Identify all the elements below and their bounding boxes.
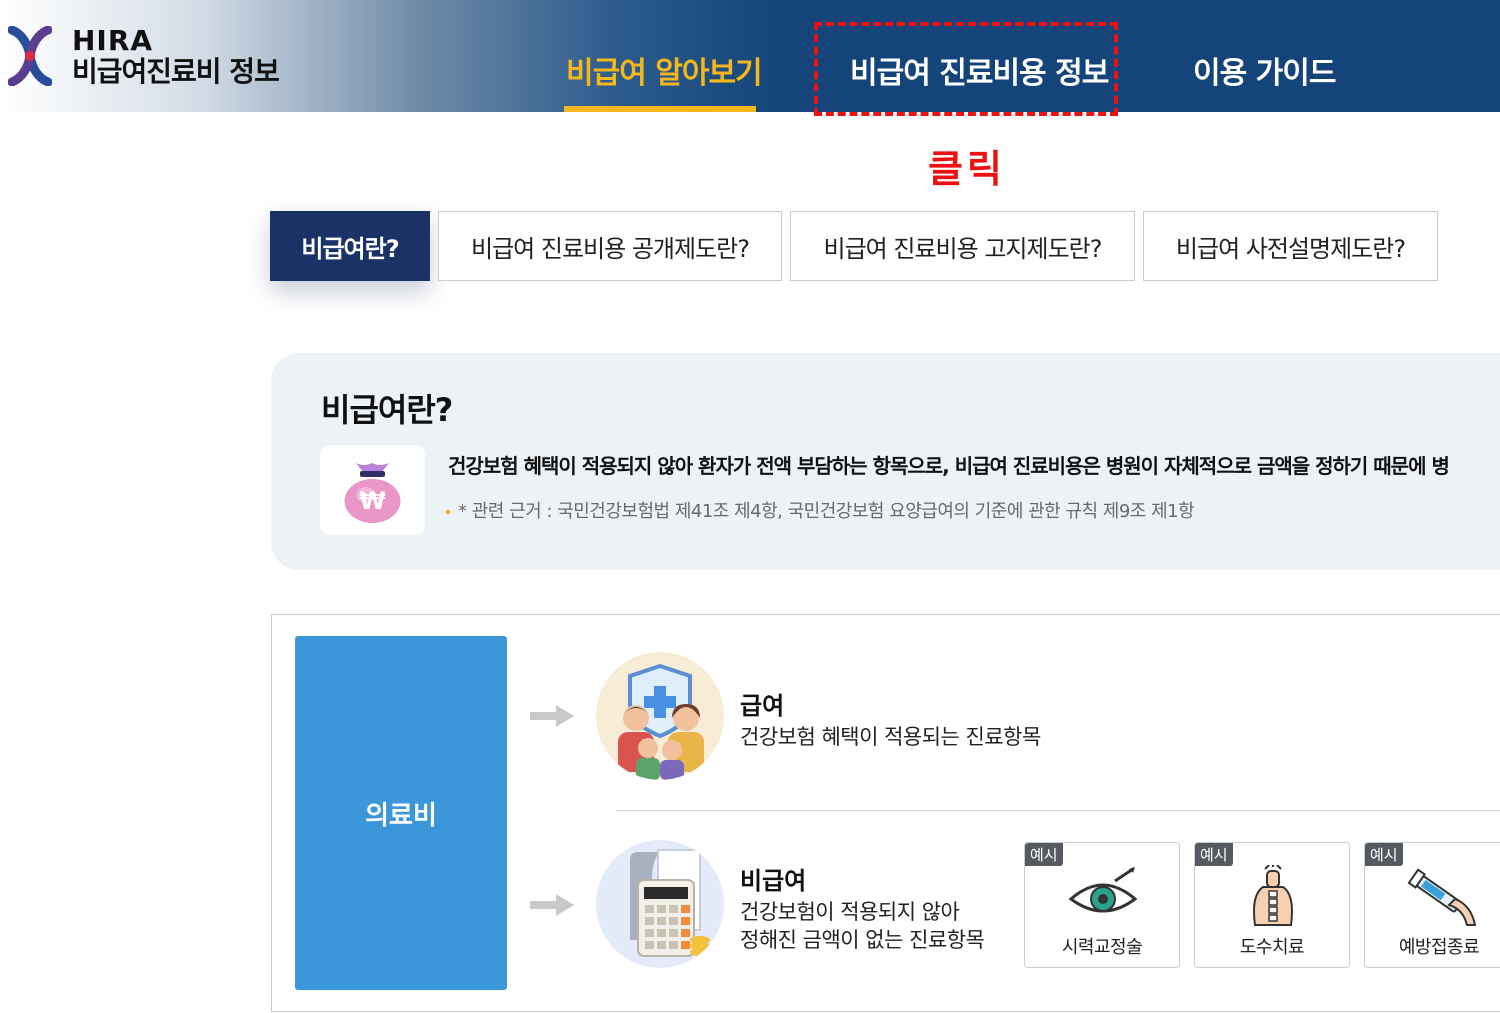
logo-subtitle: 비급여진료비 정보	[72, 55, 280, 88]
info-note-text: * 관련 근거 : 국민건강보험법 제41조 제4항, 국민건강보험 요양급여의…	[458, 501, 1195, 522]
tab-what-is-noncovered[interactable]: 비급여란?	[270, 211, 430, 281]
example-card-vision-correction: 예시 시력교정술	[1024, 842, 1180, 968]
money-bag-won-icon: ₩	[320, 445, 425, 535]
example-badge: 예시	[1025, 843, 1063, 866]
tab-notice-system[interactable]: 비급여 진료비용 고지제도란?	[790, 211, 1135, 281]
medical-cost-box: 의료비	[295, 636, 507, 990]
family-shield-icon	[596, 652, 724, 780]
tab-prior-explanation-system[interactable]: 비급여 사전설명제도란?	[1143, 211, 1438, 281]
site-logo-text[interactable]: HIRA 비급여진료비 정보	[72, 24, 280, 88]
example-badge: 예시	[1365, 843, 1403, 866]
info-description: 건강보험 혜택이 적용되지 않아 환자가 전액 부담하는 항목으로, 비급여 진…	[448, 454, 1450, 478]
example-card-vaccination: 예시 예방접종료	[1364, 842, 1500, 968]
example-label: 예방접종료	[1398, 937, 1480, 958]
site-header: HIRA 비급여진료비 정보 비급여 알아보기 비급여 진료비용 정보 이용 가…	[0, 0, 1500, 112]
note-bullet	[446, 510, 450, 514]
click-highlight-box	[814, 22, 1118, 116]
covered-description: 건강보험 혜택이 적용되는 진료항목	[740, 725, 1041, 749]
example-label: 시력교정술	[1061, 937, 1143, 958]
arrow-right-icon	[530, 894, 574, 916]
hira-logo-icon[interactable]	[7, 25, 53, 87]
syringe-icon	[1407, 868, 1477, 926]
nav-active-underline	[564, 106, 756, 112]
calculator-icon	[596, 840, 724, 968]
covered-title: 급여	[740, 692, 785, 720]
arrow-right-icon	[530, 705, 574, 727]
noncovered-description-line1: 건강보험이 적용되지 않아	[740, 900, 960, 924]
diagram-divider	[616, 810, 1500, 811]
info-title: 비급여란?	[321, 391, 453, 429]
tab-disclosure-system[interactable]: 비급여 진료비용 공개제도란?	[438, 211, 782, 281]
eye-icon	[1068, 867, 1138, 913]
example-card-manual-therapy: 예시 도수치료	[1194, 842, 1350, 968]
nav-user-guide[interactable]: 이용 가이드	[1193, 48, 1336, 92]
nav-noncovered-intro[interactable]: 비급여 알아보기	[566, 48, 763, 92]
example-label: 도수치료	[1239, 937, 1305, 958]
example-badge: 예시	[1195, 843, 1233, 866]
spine-therapy-icon	[1253, 865, 1293, 926]
logo-hira: HIRA	[72, 24, 154, 57]
svg-text:₩: ₩	[359, 487, 386, 515]
noncovered-description-line2: 정해진 금액이 없는 진료항목	[740, 928, 985, 952]
info-note: * 관련 근거 : 국민건강보험법 제41조 제4항, 국민건강보험 요양급여의…	[446, 497, 1195, 523]
click-annotation: 클릭	[928, 147, 1006, 191]
noncovered-title: 비급여	[740, 867, 807, 895]
